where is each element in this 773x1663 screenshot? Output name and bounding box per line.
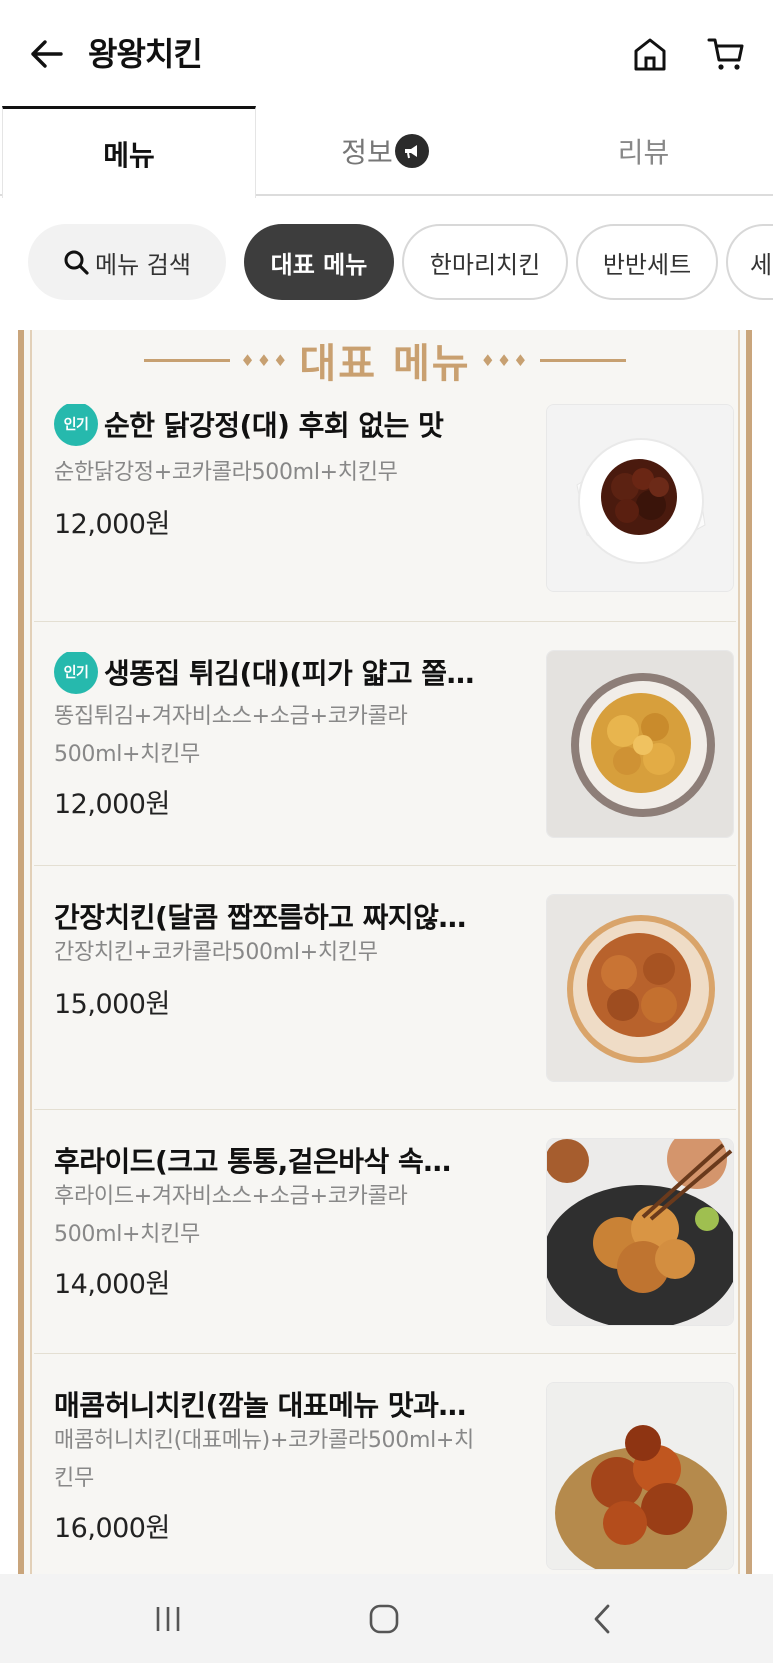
menu-item-name: 후라이드(크고 통통,겉은바삭 속… (54, 1145, 451, 1178)
system-home-button[interactable] (354, 1594, 414, 1644)
menu-item-name: 인기 순한 닭강정(대) 후회 없는 맛 (54, 404, 494, 449)
tab-menu-label: 메뉴 (103, 138, 155, 172)
menu-search-button[interactable]: 메뉴 검색 (28, 224, 226, 300)
deco-line-right (539, 358, 626, 362)
back-button[interactable] (26, 32, 66, 76)
menu-item-desc: 간장치킨+코카콜라500ml+치킨무 (54, 940, 378, 965)
home-icon (634, 38, 666, 71)
system-back-button[interactable] (572, 1594, 632, 1644)
system-home-icon (369, 1604, 399, 1634)
search-icon (64, 250, 89, 275)
menu-item-desc: 똥집튀김+겨자비소스+소금+코카콜라500ml+치킨무 (54, 704, 408, 767)
recent-apps-button[interactable] (138, 1594, 198, 1644)
chip-whole-chicken[interactable]: 한마리치킨 (402, 224, 568, 300)
cart-icon (707, 38, 744, 70)
menu-item[interactable]: 후라이드(크고 통통,겉은바삭 속… 후라이드+겨자비소스+소금+코카콜라500… (34, 1110, 736, 1354)
menu-item-title: 순한 닭강정(대) 후회 없는 맛 (104, 409, 444, 442)
tab-info[interactable]: 정보 (256, 106, 514, 196)
store-title: 왕왕치킨 (88, 35, 203, 73)
food-photo (546, 404, 734, 592)
tab-bar: 메뉴 정보 리뷰 (0, 106, 773, 198)
recent-apps-icon (156, 1607, 180, 1631)
popular-badge: 인기 (54, 652, 98, 694)
food-photo (546, 1382, 734, 1570)
deco-dots-left: ♦♦♦ (240, 350, 290, 370)
food-photo (546, 894, 734, 1082)
chip-set[interactable]: 세 (726, 224, 773, 300)
category-chips: 메뉴 검색 대표 메뉴 한마리치킨 반반세트 세 (0, 224, 773, 304)
menu-item-name: 매콤허니치킨(깜놀 대표메뉴 맛과… (54, 1389, 466, 1422)
menu-item-price: 14,000원 (54, 1269, 170, 1300)
arrow-left-icon (31, 40, 63, 68)
menu-item-price: 15,000원 (54, 989, 170, 1020)
menu-item-desc: 후라이드+겨자비소스+소금+코카콜라500ml+치킨무 (54, 1184, 408, 1247)
menu-item-desc: 순한닭강정+코카콜라500ml+치킨무 (54, 460, 398, 485)
menu-item-price: 12,000원 (54, 789, 170, 820)
menu-item-title: 생똥집 튀김(대)(피가 얇고 쫄… (104, 657, 475, 690)
menu-item[interactable]: 인기 순한 닭강정(대) 후회 없는 맛 순한닭강정+코카콜라500ml+치킨무 … (34, 378, 736, 622)
chip-half-set[interactable]: 반반세트 (576, 224, 718, 300)
home-button[interactable] (628, 32, 672, 76)
megaphone-icon (394, 134, 429, 168)
popular-badge: 인기 (54, 404, 98, 446)
system-back-icon (594, 1604, 610, 1634)
chip-representative[interactable]: 대표 메뉴 (244, 224, 394, 300)
tab-info-label: 정보 (341, 136, 393, 169)
deco-line-left (144, 358, 231, 362)
menu-item-name: 인기 생똥집 튀김(대)(피가 얇고 쫄… (54, 652, 494, 697)
tab-menu[interactable]: 메뉴 (2, 106, 256, 198)
system-nav-bar (0, 1574, 773, 1663)
representative-menu-board: ♦♦♦ 대표 메뉴 ♦♦♦ 인기 순한 닭강정(대) 후회 없는 맛 순한닭강정+… (18, 330, 752, 1574)
menu-item[interactable]: 매콤허니치킨(깜놀 대표메뉴 맛과… 매콤허니치킨(대표메뉴)+코카콜라500m… (34, 1354, 736, 1574)
cart-button[interactable] (704, 32, 748, 76)
app-header: 왕왕치킨 (0, 0, 773, 106)
food-photo (546, 1138, 734, 1326)
deco-dots-right: ♦♦♦ (480, 350, 530, 370)
menu-item[interactable]: 간장치킨(달콤 짭쪼름하고 짜지않… 간장치킨+코카콜라500ml+치킨무 15… (34, 866, 736, 1110)
tab-review[interactable]: 리뷰 (514, 106, 773, 196)
menu-item-desc: 매콤허니치킨(대표메뉴)+코카콜라500ml+치킨무 (54, 1428, 474, 1491)
menu-item[interactable]: 인기 생똥집 튀김(대)(피가 얇고 쫄… 똥집튀김+겨자비소스+소금+코카콜라5… (34, 622, 736, 866)
menu-item-price: 12,000원 (54, 509, 170, 540)
tab-review-label: 리뷰 (617, 136, 670, 169)
menu-item-name: 간장치킨(달콤 짭쪼름하고 짜지않… (54, 901, 466, 934)
menu-item-price: 16,000원 (54, 1513, 170, 1544)
menu-search-label: 메뉴 검색 (95, 250, 191, 279)
food-photo (546, 650, 734, 838)
